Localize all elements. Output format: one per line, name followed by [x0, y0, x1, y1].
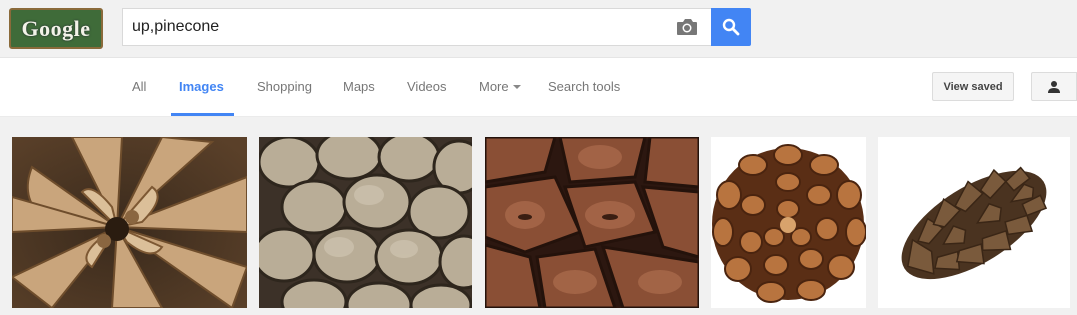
chevron-down-icon: [512, 84, 521, 89]
tab-all[interactable]: All: [132, 79, 146, 94]
account-button[interactable]: [1031, 72, 1077, 101]
search-tabs-bar: All Images Shopping Maps Videos More Sea…: [0, 58, 1077, 117]
tab-maps[interactable]: Maps: [343, 79, 375, 94]
pinecone-image: [485, 137, 699, 308]
tab-more[interactable]: More: [479, 79, 521, 94]
tab-images[interactable]: Images: [179, 79, 224, 94]
top-bar: Google: [0, 0, 1077, 58]
active-tab-indicator: [171, 113, 234, 116]
pinecone-image: [878, 137, 1070, 308]
pinecone-image: [711, 137, 866, 308]
image-results-grid: [0, 117, 1077, 315]
image-result-3[interactable]: [485, 137, 699, 308]
camera-icon[interactable]: [676, 18, 698, 36]
pinecone-image: [259, 137, 472, 308]
image-result-5[interactable]: [878, 137, 1070, 308]
pinecone-image: [12, 137, 247, 308]
tab-search-tools[interactable]: Search tools: [548, 79, 620, 94]
search-button[interactable]: [711, 8, 751, 46]
tab-more-label: More: [479, 79, 509, 94]
image-result-1[interactable]: [12, 137, 247, 308]
tab-shopping[interactable]: Shopping: [257, 79, 312, 94]
tab-videos[interactable]: Videos: [407, 79, 447, 94]
search-input[interactable]: [132, 9, 652, 45]
view-saved-button[interactable]: View saved: [932, 72, 1014, 101]
image-result-2[interactable]: [259, 137, 472, 308]
image-result-4[interactable]: [711, 137, 866, 308]
magnifier-icon: [722, 18, 740, 36]
google-logo[interactable]: Google: [9, 8, 103, 49]
person-icon: [1048, 80, 1060, 93]
search-box: [122, 8, 712, 46]
